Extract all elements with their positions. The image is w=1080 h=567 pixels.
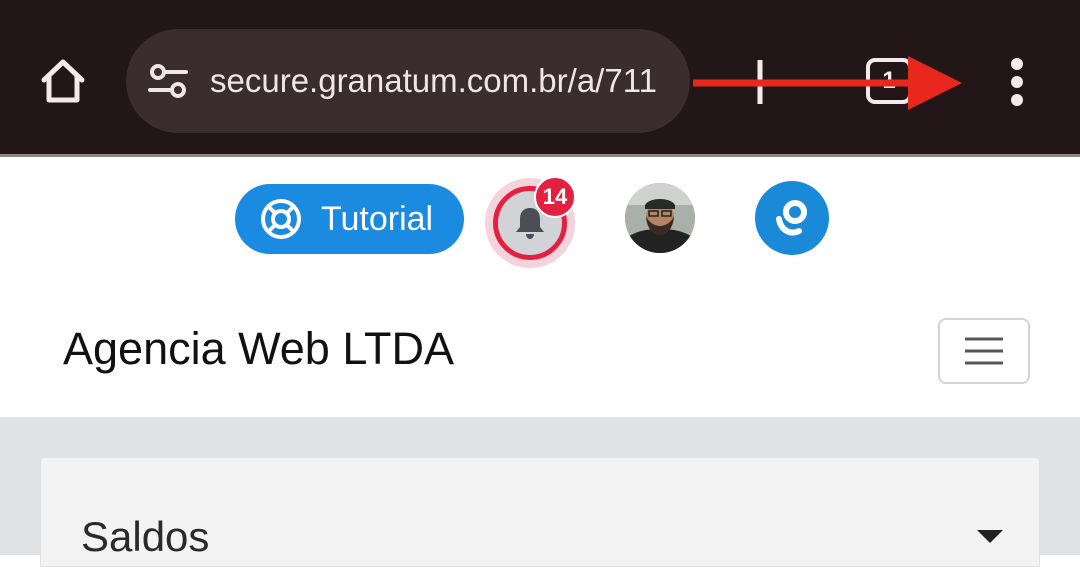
card-title: Saldos [81, 513, 210, 560]
home-button[interactable] [32, 50, 94, 112]
tune-icon[interactable] [146, 59, 190, 103]
avatar[interactable] [625, 183, 695, 253]
address-bar[interactable]: secure.granatum.com.br/a/711 [126, 29, 690, 133]
notifications-button[interactable]: 14 [485, 176, 576, 268]
avatar-image [625, 183, 695, 253]
tutorial-label: Tutorial [321, 199, 434, 238]
hamburger-icon [965, 337, 1003, 365]
app-topbar: Tutorial 14 [0, 157, 1080, 285]
company-header: Agencia Web LTDA [0, 285, 1080, 417]
home-icon [41, 59, 85, 103]
main-content: Saldos [0, 417, 1080, 567]
granatum-logo[interactable] [755, 181, 829, 255]
saldos-card[interactable]: Saldos [40, 457, 1040, 567]
annotation-arrow [693, 56, 962, 110]
notification-badge: 14 [534, 176, 576, 218]
url-text[interactable]: secure.granatum.com.br/a/711 [210, 62, 676, 100]
caret-down-icon[interactable] [975, 526, 1005, 546]
browser-toolbar: secure.granatum.com.br/a/711 1 [0, 0, 1080, 154]
tutorial-button[interactable]: Tutorial [235, 184, 464, 254]
navbar-toggle-button[interactable] [938, 318, 1030, 384]
browser-menu-button[interactable] [993, 52, 1041, 112]
granatum-logo-icon [776, 200, 807, 236]
lifebuoy-icon [259, 197, 303, 241]
more-vert-icon [1011, 58, 1023, 106]
company-name: Agencia Web LTDA [63, 323, 455, 374]
